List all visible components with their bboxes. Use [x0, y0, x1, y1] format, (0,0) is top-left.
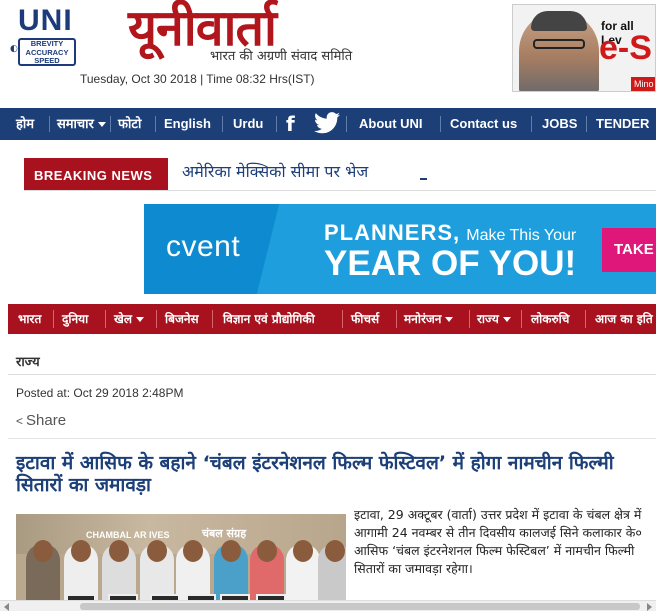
- uni-tagline-speed: SPEED: [34, 56, 60, 65]
- posted-timestamp: Posted at: Oct 29 2018 2:48PM: [16, 386, 184, 400]
- section-label[interactable]: राज्य: [16, 352, 40, 370]
- cvent-logo: cvent: [166, 230, 241, 263]
- category-states[interactable]: राज्य: [477, 304, 511, 334]
- share-label: Share: [26, 412, 67, 429]
- nav-item-news-label: समाचार: [57, 116, 94, 131]
- ticker-cursor: [420, 178, 427, 180]
- photo-banner-text-en: CHAMBAL AR IVES: [86, 530, 170, 540]
- facebook-icon[interactable]: f: [286, 112, 300, 136]
- category-sports-label: खेल: [114, 312, 132, 326]
- breaking-news-text: BREAKING NEWS: [34, 168, 153, 183]
- nav-item-news[interactable]: समाचार: [57, 108, 106, 140]
- breaking-news-ticker[interactable]: अमेरिका मेक्सिको सीमा पर भेज: [182, 160, 368, 182]
- category-today-in-history[interactable]: आज का इति: [595, 304, 653, 334]
- horizontal-scrollbar[interactable]: [0, 600, 656, 611]
- category-navigation: भारत दुनिया खेल बिजनेस विज्ञान एवं प्रौद…: [8, 304, 656, 334]
- banner-headline-rest: Make This Your: [466, 227, 577, 244]
- nav-item-home[interactable]: होम: [16, 108, 34, 140]
- scrollbar-thumb[interactable]: [80, 603, 640, 610]
- category-features[interactable]: फीचर्स: [351, 304, 379, 334]
- breaking-news-label: BREAKING NEWS: [24, 158, 168, 190]
- scroll-left-icon[interactable]: [4, 603, 9, 611]
- date-time-line: Tuesday, Oct 30 2018 | Time 08:32 Hrs(IS…: [80, 72, 315, 86]
- banner-headline-line1: PLANNERS, Make This Your: [324, 220, 576, 246]
- nav-item-english[interactable]: English: [164, 108, 211, 140]
- category-india[interactable]: भारत: [18, 304, 41, 334]
- banner-headline-bold: PLANNERS,: [324, 220, 461, 245]
- uni-logo[interactable]: UNI ◐ BREVITY ACCURACY SPEED: [10, 4, 88, 66]
- category-entertainment[interactable]: मनोरंजन: [404, 304, 454, 334]
- uni-logo-tagline-box: BREVITY ACCURACY SPEED: [18, 38, 76, 66]
- top-advertisement[interactable]: for all Lev e-S Mino: [512, 4, 656, 92]
- article-body: इटावा, 29 अक्टूबर (वार्ता) उत्तर प्रदेश …: [354, 507, 642, 576]
- share-button[interactable]: < Share: [16, 412, 66, 429]
- ad-text-line2: e-S: [599, 29, 652, 67]
- ad-text-line3: Mino: [631, 77, 655, 91]
- cvent-banner-ad[interactable]: cvent PLANNERS, Make This Your YEAR OF Y…: [144, 204, 656, 294]
- nav-item-contact-us[interactable]: Contact us: [450, 108, 517, 140]
- uni-logo-text: UNI: [18, 4, 73, 37]
- photo-banner-text-hi: चंबल संग्रह: [202, 527, 247, 540]
- divider: [24, 190, 656, 191]
- scroll-right-icon[interactable]: [647, 603, 652, 611]
- category-states-label: राज्य: [477, 312, 499, 326]
- univarta-logo[interactable]: यूनीवार्ता भारत की अग्रणी संवाद समिति: [128, 0, 428, 72]
- chevron-down-icon: [135, 317, 144, 322]
- ad-portrait-image: [519, 11, 599, 91]
- divider: [8, 374, 656, 375]
- category-public-interest[interactable]: लोकरुचि: [531, 304, 569, 334]
- nav-item-photo[interactable]: फोटो: [118, 108, 141, 140]
- banner-cta-button[interactable]: TAKE: [602, 228, 656, 272]
- category-entertainment-label: मनोरंजन: [404, 312, 442, 326]
- univarta-logo-tagline: भारत की अग्रणी संवाद समिति: [210, 49, 353, 64]
- category-sports[interactable]: खेल: [114, 304, 144, 334]
- share-icon: <: [16, 414, 24, 428]
- chevron-down-icon: [502, 317, 511, 322]
- chevron-down-icon: [97, 122, 106, 128]
- nav-item-about-uni[interactable]: About UNI: [359, 108, 423, 140]
- article-photo[interactable]: CHAMBAL AR IVES चंबल संग्रह: [16, 514, 346, 611]
- article-headline: इटावा में आसिफ के बहाने ‘चंबल इंटरनेशनल …: [16, 452, 614, 496]
- category-business[interactable]: बिजनेस: [165, 304, 199, 334]
- nav-item-jobs[interactable]: JOBS: [542, 108, 577, 140]
- category-world[interactable]: दुनिया: [62, 304, 88, 334]
- banner-headline-line2: YEAR OF YOU!: [324, 244, 577, 283]
- nav-item-tender[interactable]: TENDER: [596, 108, 649, 140]
- nav-item-urdu[interactable]: Urdu: [233, 108, 263, 140]
- divider: [8, 438, 656, 439]
- category-science-tech[interactable]: विज्ञान एवं प्रौद्योगिकी: [223, 304, 315, 334]
- chevron-down-icon: [445, 317, 454, 322]
- twitter-icon[interactable]: [314, 112, 340, 134]
